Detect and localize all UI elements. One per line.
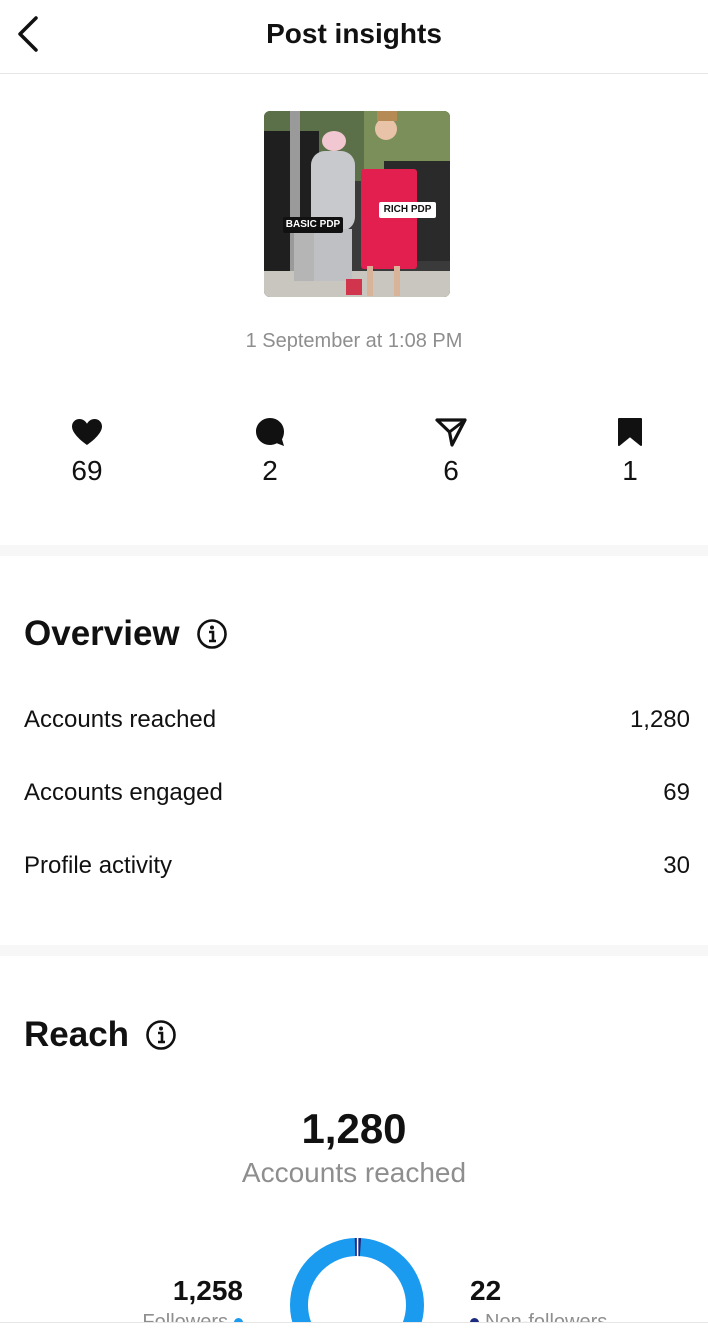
non-followers-count: 22 — [470, 1275, 502, 1306]
reach-donut-chart — [290, 1237, 424, 1330]
reach-total: 1,280 — [301, 1105, 407, 1152]
overview-row-profile-activity[interactable]: Profile activity 30 — [24, 846, 690, 886]
reach-info-button[interactable] — [145, 1019, 177, 1051]
likes-count: 69 — [71, 455, 103, 486]
donut-followers-arc — [290, 1238, 424, 1330]
comments-stat[interactable]: 2 — [210, 415, 330, 487]
reach-title: Reach — [24, 1015, 130, 1054]
overview-row-accounts-engaged[interactable]: Accounts engaged 69 — [24, 773, 690, 813]
section-divider — [0, 545, 708, 556]
row-label: Accounts reached — [24, 706, 217, 733]
row-value: 1,280 — [629, 706, 690, 733]
section-divider — [0, 945, 708, 956]
post-tag-basic: BASIC PDP — [285, 219, 341, 230]
bottom-bar-edge — [0, 1322, 708, 1330]
overview-title: Overview — [24, 614, 180, 653]
bookmark-icon — [618, 418, 642, 446]
saves-stat[interactable]: 1 — [570, 415, 690, 487]
comments-count: 2 — [262, 455, 278, 486]
shares-stat[interactable]: 6 — [391, 415, 511, 487]
post-tag-rich: RICH PDP — [383, 204, 432, 215]
page-title: Post insights — [266, 18, 442, 49]
info-icon — [146, 1020, 176, 1050]
row-label: Profile activity — [24, 852, 173, 879]
row-label: Accounts engaged — [24, 779, 223, 806]
reach-total-label: Accounts reached — [241, 1157, 467, 1188]
overview-section-title: Overview — [24, 614, 228, 654]
share-icon — [435, 418, 467, 447]
overview-info-button[interactable] — [196, 618, 228, 650]
header-bar: Post insights — [0, 0, 708, 74]
post-thumbnail[interactable]: BASIC PDP RICH PDP — [264, 111, 450, 297]
engagement-stats: 69 2 6 1 — [0, 415, 708, 495]
comment-icon — [256, 418, 284, 446]
row-value: 30 — [663, 852, 690, 879]
post-date: 1 September at 1:08 PM — [245, 330, 463, 352]
info-icon — [196, 619, 227, 649]
followers-count: 1,258 — [172, 1275, 243, 1306]
heart-icon — [72, 419, 102, 445]
shares-count: 6 — [443, 455, 459, 486]
saves-count: 1 — [622, 455, 638, 486]
row-value: 69 — [663, 779, 690, 806]
likes-stat[interactable]: 69 — [27, 415, 147, 487]
reach-section-title: Reach — [24, 1015, 177, 1055]
overview-row-accounts-reached[interactable]: Accounts reached 1,280 — [24, 700, 690, 740]
